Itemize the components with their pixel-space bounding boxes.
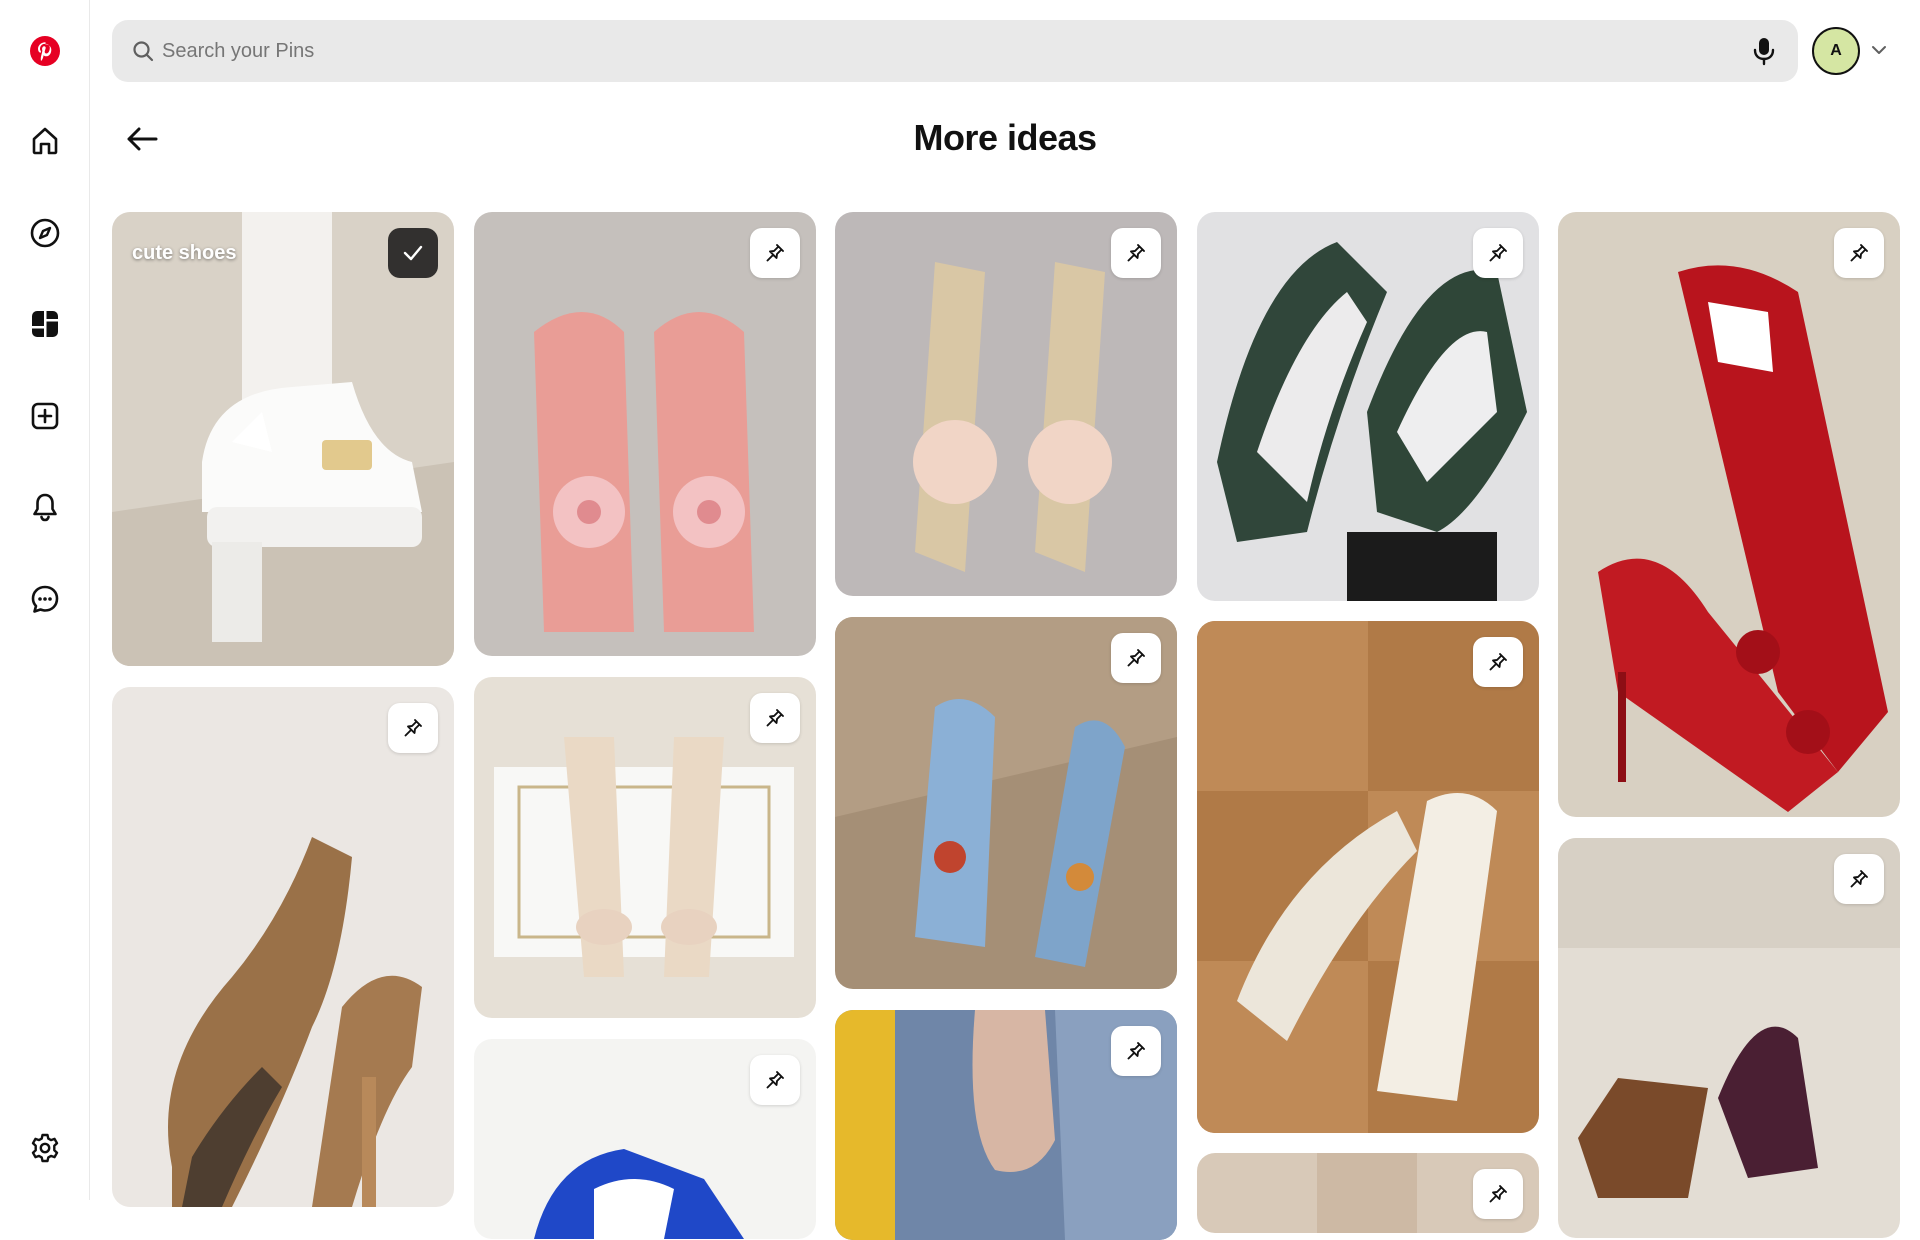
pushpin-icon: [766, 709, 784, 727]
save-pin-button[interactable]: [1111, 633, 1161, 683]
pushpin-icon: [766, 1071, 784, 1089]
pin-image: [1197, 621, 1539, 1133]
pin-image: [1558, 212, 1900, 817]
pin-card[interactable]: [1558, 212, 1900, 817]
pin-image: [112, 212, 454, 666]
page-title: More ideas: [913, 117, 1097, 158]
chat-icon: [31, 585, 59, 613]
plus-square-icon: [31, 402, 59, 430]
pin-image: [112, 687, 454, 1207]
save-pin-button[interactable]: [1473, 228, 1523, 278]
pin-card[interactable]: [474, 212, 816, 656]
save-pin-button[interactable]: [1473, 637, 1523, 687]
save-pin-button[interactable]: [750, 1055, 800, 1105]
pin-card[interactable]: [1197, 621, 1539, 1133]
gear-icon: [31, 1133, 59, 1163]
save-pin-button[interactable]: [750, 228, 800, 278]
pushpin-icon: [1127, 1042, 1145, 1060]
pushpin-icon: [1489, 653, 1507, 671]
pushpin-icon: [1850, 870, 1868, 888]
pin-card[interactable]: [1197, 1153, 1539, 1233]
saved-button[interactable]: [388, 228, 438, 278]
save-pin-button[interactable]: [388, 703, 438, 753]
save-pin-button[interactable]: [1111, 228, 1161, 278]
pin-card[interactable]: [835, 1010, 1177, 1240]
sidebar: [0, 0, 90, 1200]
pin-card[interactable]: [474, 677, 816, 1018]
avatar-initial: A: [1830, 42, 1842, 59]
sidebar-item-boards[interactable]: [21, 300, 69, 348]
sidebar-item-explore[interactable]: [21, 209, 69, 257]
search-input[interactable]: [162, 20, 1722, 82]
search-icon: [133, 41, 154, 62]
save-pin-button[interactable]: [1834, 228, 1884, 278]
settings-button[interactable]: [21, 1124, 69, 1172]
pin-card[interactable]: [112, 687, 454, 1207]
voice-search-button[interactable]: [1748, 35, 1780, 67]
top-bar: A: [112, 20, 1920, 82]
checkmark-icon: [403, 245, 423, 261]
chevron-down-icon[interactable]: [1870, 41, 1888, 59]
sidebar-item-notifications[interactable]: [21, 483, 69, 531]
pin-card[interactable]: [835, 212, 1177, 596]
pushpin-icon: [1850, 244, 1868, 262]
sidebar-item-create[interactable]: [21, 392, 69, 440]
save-pin-button[interactable]: [1473, 1169, 1523, 1219]
pushpin-icon: [404, 719, 422, 737]
pushpin-icon: [1127, 649, 1145, 667]
sidebar-item-messages[interactable]: [21, 575, 69, 623]
save-pin-button[interactable]: [750, 693, 800, 743]
pushpin-icon: [1489, 244, 1507, 262]
bell-icon: [33, 493, 57, 522]
pin-card[interactable]: [835, 617, 1177, 989]
pin-card[interactable]: [1197, 212, 1539, 601]
pin-image: [474, 212, 816, 656]
search-bar[interactable]: [112, 20, 1798, 82]
compass-icon: [30, 218, 60, 248]
avatar[interactable]: A: [1812, 27, 1860, 75]
save-pin-button[interactable]: [1834, 854, 1884, 904]
account-menu[interactable]: A: [1812, 25, 1892, 77]
pushpin-icon: [766, 244, 784, 262]
microphone-icon: [1753, 38, 1775, 66]
pinterest-logo[interactable]: [21, 27, 69, 75]
boards-icon: [32, 311, 58, 337]
pin-board-label[interactable]: cute shoes: [132, 242, 236, 265]
pin-card[interactable]: cute shoes: [112, 212, 454, 666]
pushpin-icon: [1127, 244, 1145, 262]
save-pin-button[interactable]: [1111, 1026, 1161, 1076]
pushpin-icon: [1489, 1185, 1507, 1203]
pin-card[interactable]: [1558, 838, 1900, 1238]
pinterest-logo-icon: [30, 36, 60, 66]
pin-card[interactable]: [474, 1039, 816, 1239]
